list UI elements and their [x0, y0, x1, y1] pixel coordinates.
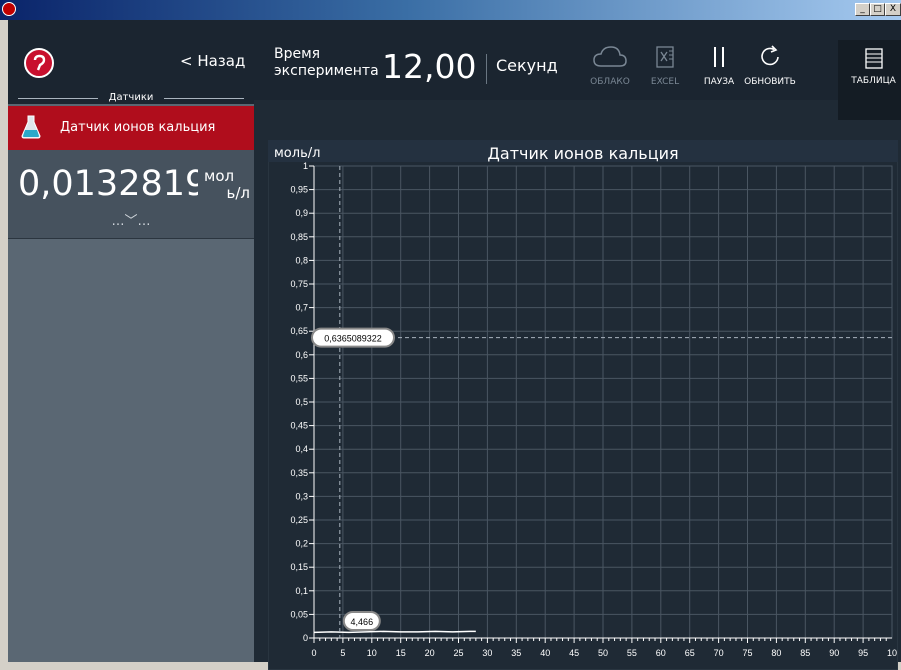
y-tick-label: 0,15	[290, 562, 308, 572]
y-tick-label: 0,05	[290, 609, 308, 619]
refresh-button[interactable]: ОБНОВИТЬ	[738, 44, 802, 87]
cursor-y-label: 0,6365089322	[324, 334, 382, 344]
refresh-label: ОБНОВИТЬ	[744, 77, 796, 87]
sensor-name: Датчик ионов кальция	[60, 120, 216, 135]
y-tick-label: 0,35	[290, 468, 308, 478]
sensor-item-calcium[interactable]: Датчик ионов кальция	[8, 106, 254, 150]
pause-button[interactable]: ПАУЗА	[701, 44, 737, 87]
app-window: < Назад Датчики Датчик ионов кальция 0,0…	[8, 20, 901, 670]
experiment-label-line2: эксперимента	[274, 63, 379, 79]
table-icon	[838, 48, 901, 74]
y-tick-label: 0,55	[290, 373, 308, 383]
y-tick-label: 0	[303, 633, 308, 643]
sidebar-header: < Назад Датчики	[8, 20, 254, 104]
app-icon	[2, 2, 16, 16]
sidebar: < Назад Датчики Датчик ионов кальция 0,0…	[8, 20, 254, 662]
x-tick-label: 35	[511, 648, 521, 658]
x-tick-label: 10	[887, 648, 897, 658]
y-tick-label: 0,2	[295, 539, 308, 549]
table-label: ТАБЛИЦА	[851, 76, 896, 86]
experiment-time-label: Время эксперимента	[274, 46, 379, 80]
reading-unit: мол ь/л	[204, 168, 250, 202]
x-tick-label: 45	[569, 648, 579, 658]
x-tick-label: 15	[396, 648, 406, 658]
y-tick-label: 0,3	[295, 491, 308, 501]
y-tick-label: 0,75	[290, 279, 308, 289]
cursor-x-label: 4,466	[351, 617, 374, 627]
y-tick-label: 0,1	[295, 586, 308, 596]
pause-icon	[709, 47, 729, 74]
reading-value: 0,0132819	[18, 164, 198, 204]
flask-icon	[20, 114, 42, 144]
maximize-button[interactable]: □	[870, 3, 885, 16]
y-tick-label: 0,7	[295, 303, 308, 313]
cloud-label: ОБЛАКО	[590, 77, 630, 87]
series-line	[313, 630, 476, 634]
y-tick-label: 0,5	[295, 397, 308, 407]
x-tick-label: 80	[771, 648, 781, 658]
table-button[interactable]: ТАБЛИЦА	[838, 40, 901, 120]
y-tick-label: 0,4	[295, 444, 308, 454]
y-tick-label: 0,8	[295, 255, 308, 265]
cloud-button[interactable]: ОБЛАКО	[590, 44, 630, 87]
x-tick-label: 0	[311, 648, 316, 658]
x-tick-label: 20	[425, 648, 435, 658]
back-button[interactable]: < Назад	[180, 52, 245, 70]
x-tick-label: 75	[742, 648, 752, 658]
x-tick-label: 55	[627, 648, 637, 658]
pause-label: ПАУЗА	[703, 77, 735, 87]
x-tick-label: 60	[656, 648, 666, 658]
y-tick-label: 0,45	[290, 421, 308, 431]
chart-title: Датчик ионов кальция	[487, 144, 679, 163]
sensors-section-label: Датчики	[8, 92, 254, 103]
expand-toggle[interactable]: …﹀…	[8, 210, 254, 229]
minimize-button[interactable]: _	[855, 3, 870, 16]
close-button[interactable]: X	[885, 3, 901, 16]
x-tick-label: 50	[598, 648, 608, 658]
chart-svg[interactable]: 0 0,05 0,1 0,15 0,2 0,25 0,3 0,35 0,4 0,45 0,5 0,55…	[268, 140, 898, 670]
reading-unit-line1: мол	[204, 167, 235, 185]
experiment-label-line1: Время	[274, 46, 321, 62]
x-tick-label: 40	[540, 648, 550, 658]
y-tick-label: 0,85	[290, 232, 308, 242]
x-tick-label: 95	[858, 648, 868, 658]
refresh-icon	[757, 45, 783, 74]
y-tick-label: 0,65	[290, 326, 308, 336]
x-tick-label: 65	[685, 648, 695, 658]
y-tick-label: 0,95	[290, 185, 308, 195]
x-tick-label: 5	[340, 648, 345, 658]
cloud-icon	[592, 46, 628, 74]
y-tick-label: 0,9	[295, 208, 308, 218]
y-tick-label: 0,25	[290, 515, 308, 525]
chart-area[interactable]: 0 0,05 0,1 0,15 0,2 0,25 0,3 0,35 0,4 0,45 0,5 0,55…	[268, 140, 898, 670]
x-tick-label: 90	[829, 648, 839, 658]
window-titlebar: _ □ X	[0, 0, 901, 20]
logo-icon	[24, 48, 54, 78]
x-tick-label: 70	[714, 648, 724, 658]
reading-panel: 0,0132819 мол ь/л …﹀…	[8, 150, 254, 239]
x-tick-label: 30	[482, 648, 492, 658]
excel-icon	[653, 46, 677, 74]
y-tick-label: 0,6	[295, 350, 308, 360]
excel-button[interactable]: EXCEL	[648, 44, 682, 87]
topbar-divider	[486, 54, 487, 84]
experiment-time-unit: Секунд	[496, 56, 558, 75]
x-tick-label: 25	[453, 648, 463, 658]
x-tick-label: 85	[800, 648, 810, 658]
x-tick-label: 10	[367, 648, 377, 658]
reading-unit-line2: ь/л	[226, 184, 250, 202]
excel-label: EXCEL	[650, 77, 680, 87]
experiment-time-value: 12,00	[382, 47, 477, 86]
